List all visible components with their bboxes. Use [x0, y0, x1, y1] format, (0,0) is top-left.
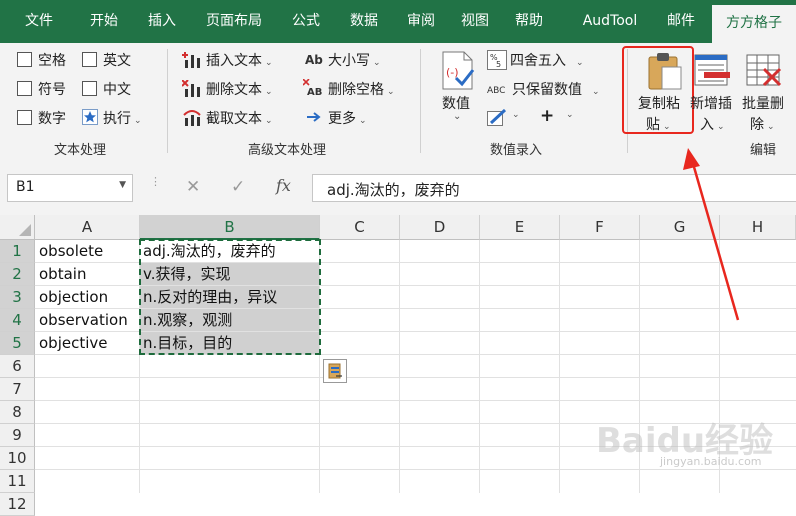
annotation-arrow-icon — [683, 148, 740, 321]
row-header-12[interactable]: 12 — [0, 493, 35, 516]
